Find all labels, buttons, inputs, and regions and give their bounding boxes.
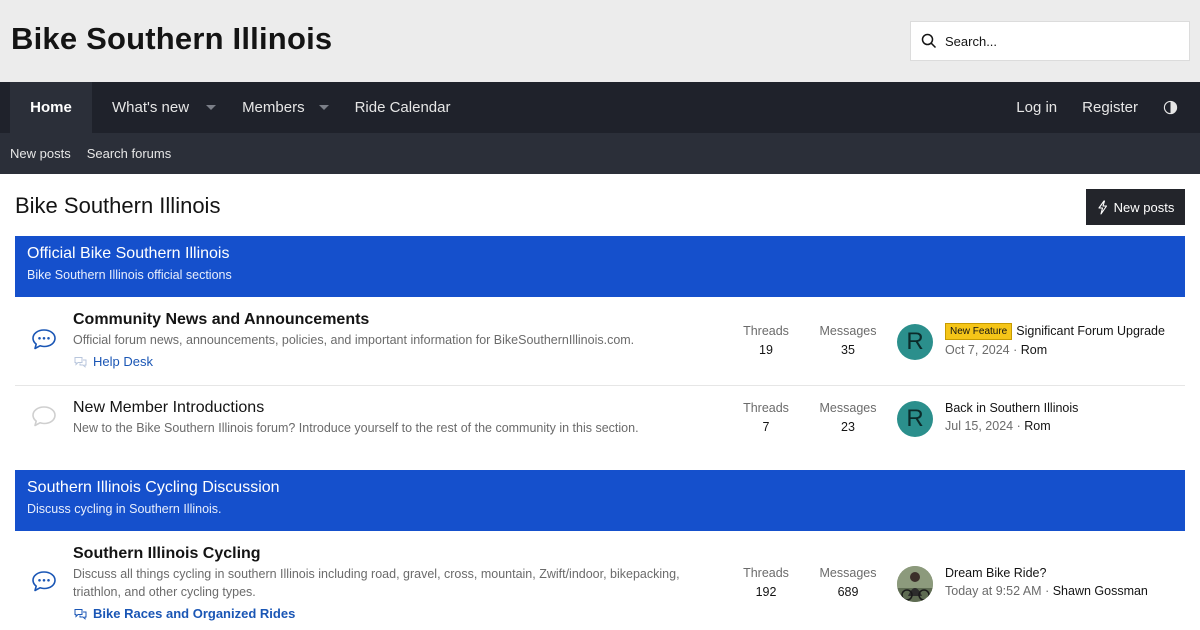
node-description: Discuss all things cycling in southern I… xyxy=(73,567,680,599)
threads-count: 7 xyxy=(762,420,770,434)
last-post-date[interactable]: Jul 15, 2024 xyxy=(945,419,1013,433)
threads-count: 19 xyxy=(759,343,773,357)
subforum-icon xyxy=(74,356,87,368)
category-description: Bike Southern Illinois official sections xyxy=(27,268,232,282)
subforum-label: Help Desk xyxy=(93,354,153,369)
search-icon xyxy=(921,33,937,49)
forum-node: Community News and Announcements Officia… xyxy=(15,297,1185,386)
last-post: Dream Bike Ride? Today at 9:52 AM · Shaw… xyxy=(945,564,1148,600)
last-post-user[interactable]: Rom xyxy=(1021,343,1047,357)
cyclist-photo-icon xyxy=(897,566,933,602)
theme-toggle-icon xyxy=(1163,100,1178,115)
node-title[interactable]: Southern Illinois Cycling xyxy=(73,545,261,563)
nav-ride-calendar[interactable]: Ride Calendar xyxy=(355,82,451,133)
category-header: Official Bike Southern Illinois Bike Sou… xyxy=(15,236,1185,297)
forum-chat-icon xyxy=(32,571,56,592)
last-post-user[interactable]: Rom xyxy=(1024,419,1050,433)
sub-navigation: New posts Search forums xyxy=(0,133,1200,174)
chevron-down-icon xyxy=(318,105,329,110)
last-post-title-row[interactable]: New Feature Significant Forum Upgrade xyxy=(945,322,1165,341)
login-link[interactable]: Log in xyxy=(1016,99,1057,116)
last-post-meta: Jul 15, 2024 · Rom xyxy=(945,419,1051,433)
category-title[interactable]: Southern Illinois Cycling Discussion xyxy=(27,479,1173,497)
main-navigation: Home What's new Members Ride Calendar Lo… xyxy=(0,82,1200,133)
subforum-label: Bike Races and Organized Rides xyxy=(93,606,296,621)
threads-label: Threads xyxy=(743,324,789,338)
last-post-title[interactable]: Back in Southern Illinois xyxy=(945,399,1078,417)
nav-whats-new[interactable]: What's new xyxy=(112,82,189,133)
node-title[interactable]: Community News and Announcements xyxy=(73,311,369,329)
messages-label: Messages xyxy=(819,566,877,580)
page-title: Bike Southern Illinois xyxy=(15,193,221,218)
node-title[interactable]: New Member Introductions xyxy=(73,399,264,417)
forum-node: Southern Illinois Cycling Discuss all th… xyxy=(15,531,1185,630)
search-input[interactable] xyxy=(945,33,1175,49)
last-post-user[interactable]: Shawn Gossman xyxy=(1053,584,1148,598)
subforum-link[interactable]: Bike Races and Organized Rides xyxy=(73,606,295,621)
node-description: New to the Bike Southern Illinois forum?… xyxy=(73,421,639,435)
thread-prefix-badge: New Feature xyxy=(945,323,1013,340)
messages-stat: Messages 35 xyxy=(808,324,888,357)
nav-whats-new-dropdown[interactable] xyxy=(206,82,217,133)
theme-toggle-button[interactable] xyxy=(1163,100,1178,115)
last-post: Back in Southern Illinois Jul 15, 2024 ·… xyxy=(945,399,1078,435)
bolt-icon xyxy=(1098,199,1107,215)
new-posts-label: New posts xyxy=(1113,199,1175,215)
subforum-link[interactable]: Help Desk xyxy=(73,354,153,369)
nav-account-area: Log in Register xyxy=(1016,82,1200,133)
last-post-title: Significant Forum Upgrade xyxy=(1016,324,1165,338)
page-header: Bike Southern Illinois New posts xyxy=(0,174,1200,236)
subnav-search-forums[interactable]: Search forums xyxy=(87,146,172,161)
forum-chat-icon xyxy=(32,406,56,427)
last-post-meta: Today at 9:52 AM · Shawn Gossman xyxy=(945,584,1148,598)
site-title[interactable]: Bike Southern Illinois xyxy=(11,21,332,57)
forum-category: Southern Illinois Cycling Discussion Dis… xyxy=(15,470,1185,630)
subforum-icon xyxy=(74,608,87,620)
threads-stat: Threads 7 xyxy=(726,401,806,434)
node-description: Official forum news, announcements, poli… xyxy=(73,333,635,347)
register-link[interactable]: Register xyxy=(1082,99,1138,116)
new-posts-button[interactable]: New posts xyxy=(1086,189,1185,225)
threads-label: Threads xyxy=(743,566,789,580)
chevron-down-icon xyxy=(206,105,217,110)
messages-stat: Messages 689 xyxy=(808,566,888,599)
avatar[interactable]: R xyxy=(897,324,933,360)
nav-members[interactable]: Members xyxy=(242,82,305,133)
search-box[interactable] xyxy=(910,21,1190,61)
last-post-title[interactable]: Dream Bike Ride? xyxy=(945,564,1148,582)
messages-count: 35 xyxy=(841,343,855,357)
avatar-photo[interactable] xyxy=(897,566,933,602)
threads-label: Threads xyxy=(743,401,789,415)
threads-stat: Threads 19 xyxy=(726,324,806,357)
messages-count: 23 xyxy=(841,420,855,434)
forum-node: New Member Introductions New to the Bike… xyxy=(15,386,1185,470)
category-title[interactable]: Official Bike Southern Illinois xyxy=(27,245,1173,263)
category-description: Discuss cycling in Southern Illinois. xyxy=(27,502,222,516)
nav-members-dropdown[interactable] xyxy=(318,82,329,133)
threads-count: 192 xyxy=(755,585,777,599)
category-header: Southern Illinois Cycling Discussion Dis… xyxy=(15,470,1185,531)
messages-count: 689 xyxy=(837,585,859,599)
site-header: Bike Southern Illinois xyxy=(0,0,1200,82)
messages-label: Messages xyxy=(819,401,877,415)
forum-chat-icon xyxy=(32,329,56,350)
nav-home[interactable]: Home xyxy=(10,82,92,133)
last-post: New Feature Significant Forum Upgrade Oct… xyxy=(945,322,1165,359)
avatar[interactable]: R xyxy=(897,401,933,437)
messages-stat: Messages 23 xyxy=(808,401,888,434)
subnav-new-posts[interactable]: New posts xyxy=(10,146,71,161)
forum-category: Official Bike Southern Illinois Bike Sou… xyxy=(15,236,1185,470)
last-post-date[interactable]: Oct 7, 2024 xyxy=(945,343,1010,357)
last-post-meta: Oct 7, 2024 · Rom xyxy=(945,343,1048,357)
messages-label: Messages xyxy=(819,324,877,338)
last-post-date[interactable]: Today at 9:52 AM xyxy=(945,584,1042,598)
threads-stat: Threads 192 xyxy=(726,566,806,599)
